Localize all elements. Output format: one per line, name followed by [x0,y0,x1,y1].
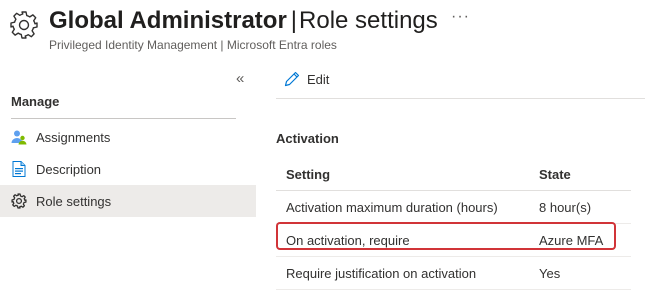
table-row: Activation maximum duration (hours) 8 ho… [276,191,631,224]
more-options-button[interactable]: ··· [451,8,470,26]
breadcrumb-subtitle: Privileged Identity Management | Microso… [49,38,337,52]
sidebar-divider [11,118,236,119]
column-header-setting: Setting [286,167,331,182]
title-page-name: Role settings [299,7,438,34]
sidebar-item-label: Assignments [36,129,111,145]
sidebar-item-assignments[interactable]: Assignments [0,121,256,153]
page-header: Global Administrator |Role settings ··· P… [0,0,645,60]
gear-icon [10,11,38,39]
edit-button[interactable]: Edit [284,71,329,87]
collapse-sidebar-button[interactable]: « [236,70,244,87]
setting-cell: Activation maximum duration (hours) [286,200,498,215]
state-cell: Azure MFA [539,233,604,248]
sidebar-item-label: Description [36,161,102,177]
table-row: On activation, require Azure MFA [276,224,631,257]
table-header-row: Setting State [276,158,631,191]
table-row: Require justification on activation Yes [276,257,631,290]
edit-button-label: Edit [307,71,330,87]
title-separator: | [290,7,298,34]
users-icon [10,128,28,146]
page-title: Global Administrator |Role settings [49,5,438,37]
main-content: Edit Activation Setting State Activation… [276,64,645,291]
section-title-activation: Activation [276,131,339,146]
sidebar: « Manage Assignments Description Role se… [0,64,258,291]
activation-settings-table: Setting State Activation maximum duratio… [276,158,631,290]
document-icon [10,160,28,178]
setting-cell: On activation, require [286,233,410,248]
gear-icon [10,192,28,210]
sidebar-section-manage: Manage [11,94,60,109]
pencil-icon [284,71,300,87]
sidebar-item-description[interactable]: Description [0,153,256,185]
state-cell: 8 hour(s) [539,200,592,215]
setting-cell: Require justification on activation [286,266,477,281]
column-header-state: State [539,167,571,182]
title-role-name: Global Administrator [49,7,287,34]
sidebar-item-label: Role settings [36,193,112,209]
state-cell: Yes [539,266,561,281]
sidebar-item-role-settings[interactable]: Role settings [0,185,256,217]
toolbar-divider [276,98,645,99]
